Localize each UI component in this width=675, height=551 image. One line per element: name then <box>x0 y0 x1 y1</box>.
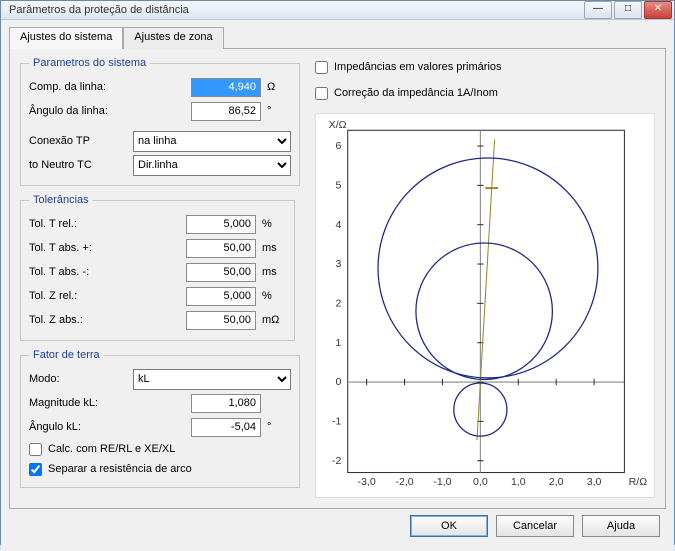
group-tolerances-legend: Tolerâncias <box>29 194 93 206</box>
tol-tabsplus-input[interactable]: 50,00 <box>186 239 256 258</box>
calc-re-xe-checkbox[interactable]: Calc. com RE/RL e XE/XL <box>29 439 291 459</box>
tol-zrel-unit: % <box>260 290 286 302</box>
group-tolerances: Tolerâncias Tol. T rel.: 5,000 % Tol. T … <box>20 194 295 341</box>
group-ground-legend: Fator de terra <box>29 349 104 361</box>
line-length-label: Comp. da linha: <box>29 81 129 93</box>
mode-select[interactable]: kL <box>133 369 291 390</box>
window-buttons: — □ ✕ <box>584 1 672 19</box>
tol-zabs-label: Tol. Z abs.: <box>29 314 129 326</box>
magnitude-kl-label: Magnitude kL: <box>29 397 129 409</box>
tp-connection-select[interactable]: na linha <box>133 131 291 152</box>
svg-text:-3,0: -3,0 <box>358 476 376 488</box>
svg-text:-1: -1 <box>332 416 342 428</box>
group-system-legend: Parametros do sistema <box>29 57 150 69</box>
svg-text:2: 2 <box>335 298 341 310</box>
line-angle-input[interactable]: 86,52 <box>191 102 261 121</box>
tol-zabs-input[interactable]: 50,00 <box>186 311 256 330</box>
svg-text:R/Ω: R/Ω <box>629 476 648 488</box>
separate-arc-label: Separar a resistência de arco <box>48 463 192 475</box>
tol-trel-unit: % <box>260 218 286 230</box>
svg-text:2,0: 2,0 <box>549 476 564 488</box>
tc-neutral-select[interactable]: Dir.linha <box>133 155 291 176</box>
svg-text:1,0: 1,0 <box>511 476 526 488</box>
maximize-button[interactable]: □ <box>614 1 642 19</box>
tol-tabsminus-input[interactable]: 50,00 <box>186 263 256 282</box>
group-ground-factor: Fator de terra Modo: kL Magnitude kL: 1,… <box>20 349 300 488</box>
tol-tabsminus-label: Tol. T abs. -: <box>29 266 129 278</box>
separate-arc-checkbox[interactable]: Separar a resistência de arco <box>29 459 291 479</box>
line-angle-unit: ° <box>265 105 291 117</box>
tol-trel-label: Tol. T rel.: <box>29 218 129 230</box>
tol-trel-input[interactable]: 5,000 <box>186 215 256 234</box>
left-column: Parametros do sistema Comp. da linha: 4,… <box>20 57 295 498</box>
tol-tabsplus-label: Tol. T abs. +: <box>29 242 129 254</box>
tol-zrel-input[interactable]: 5,000 <box>186 287 256 306</box>
svg-text:-2,0: -2,0 <box>395 476 413 488</box>
tp-connection-label: Conexão TP <box>29 135 129 147</box>
svg-text:0: 0 <box>335 376 341 388</box>
svg-text:X/Ω: X/Ω <box>329 119 347 131</box>
minimize-button[interactable]: — <box>584 1 612 19</box>
line-length-input[interactable]: 4,940 <box>191 78 261 97</box>
help-button[interactable]: Ajuda <box>582 515 660 537</box>
svg-text:0,0: 0,0 <box>473 476 488 488</box>
group-system-params: Parametros do sistema Comp. da linha: 4,… <box>20 57 300 186</box>
close-button[interactable]: ✕ <box>644 1 672 19</box>
svg-text:3: 3 <box>335 258 341 270</box>
window-title: Parâmetros da proteção de distância <box>9 4 584 16</box>
impedance-chart: -3,0 -2,0 -1,0 0,0 1,0 2,0 3,0 -2 -1 0 1 2 3 4 5 6 X/Ω R/… <box>315 113 655 498</box>
ok-button[interactable]: OK <box>410 515 488 537</box>
tab-panel: Parametros do sistema Comp. da linha: 4,… <box>9 48 666 509</box>
calc-re-xe-input[interactable] <box>29 443 42 456</box>
svg-text:-2: -2 <box>332 455 342 467</box>
primary-values-input[interactable] <box>315 61 328 74</box>
tab-system-settings[interactable]: Ajustes do sistema <box>9 27 123 49</box>
dialog-window: Parâmetros da proteção de distância — □ … <box>0 0 675 545</box>
svg-text:3,0: 3,0 <box>587 476 602 488</box>
correction-input[interactable] <box>315 87 328 100</box>
svg-text:-1,0: -1,0 <box>433 476 451 488</box>
svg-text:6: 6 <box>335 140 341 152</box>
button-bar: OK Cancelar Ajuda <box>9 509 666 543</box>
cancel-button[interactable]: Cancelar <box>496 515 574 537</box>
line-angle-label: Ângulo da linha: <box>29 105 129 117</box>
titlebar: Parâmetros da proteção de distância — □ … <box>1 1 674 20</box>
correction-label: Correção da impedância 1A/Inom <box>334 87 498 99</box>
tol-tabsplus-unit: ms <box>260 242 286 254</box>
magnitude-kl-input[interactable]: 1,080 <box>191 394 261 413</box>
tol-tabsminus-unit: ms <box>260 266 286 278</box>
chart-svg: -3,0 -2,0 -1,0 0,0 1,0 2,0 3,0 -2 -1 0 1 2 3 4 5 6 X/Ω R/… <box>316 114 654 497</box>
tc-neutral-label: to Neutro TC <box>29 159 129 171</box>
line-length-unit: Ω <box>265 81 291 93</box>
tab-zone-settings[interactable]: Ajustes de zona <box>123 27 223 49</box>
angle-kl-unit: ° <box>265 421 291 433</box>
angle-kl-input[interactable]: -5,04 <box>191 418 261 437</box>
mode-label: Modo: <box>29 373 129 385</box>
svg-text:1: 1 <box>335 337 341 349</box>
primary-values-label: Impedâncias em valores primários <box>334 61 502 73</box>
tabstrip: Ajustes do sistema Ajustes de zona <box>9 26 666 48</box>
calc-re-xe-label: Calc. com RE/RL e XE/XL <box>48 443 175 455</box>
svg-text:5: 5 <box>335 180 341 192</box>
right-column: Impedâncias em valores primários Correçã… <box>315 57 655 498</box>
tol-zabs-unit: mΩ <box>260 314 286 326</box>
client-area: Ajustes do sistema Ajustes de zona Param… <box>1 20 674 551</box>
tol-zrel-label: Tol. Z rel.: <box>29 290 129 302</box>
primary-values-checkbox[interactable]: Impedâncias em valores primários <box>315 57 655 77</box>
angle-kl-label: Ângulo kL: <box>29 421 129 433</box>
svg-text:4: 4 <box>335 219 341 231</box>
separate-arc-input[interactable] <box>29 463 42 476</box>
correction-checkbox[interactable]: Correção da impedância 1A/Inom <box>315 83 655 103</box>
